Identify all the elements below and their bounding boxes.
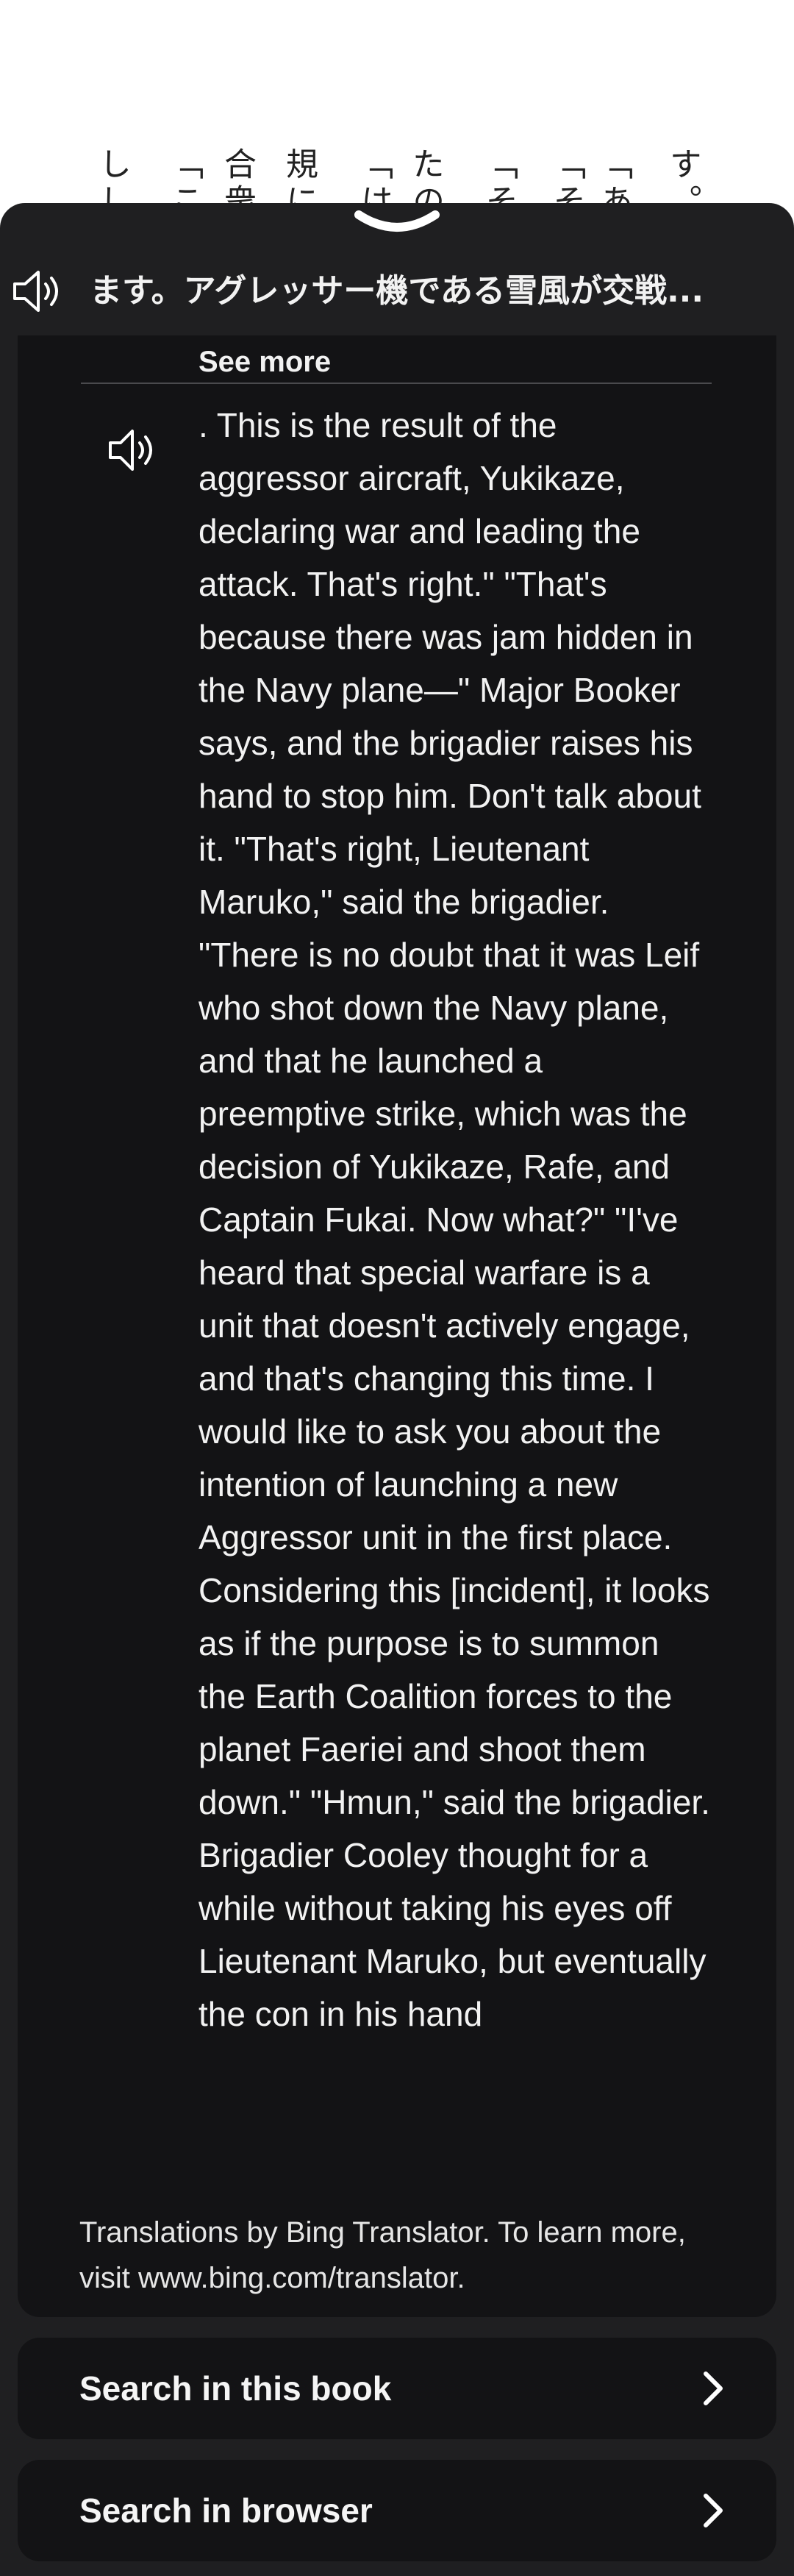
speaker-icon[interactable] [107,424,160,477]
search-in-browser-label: Search in browser [79,2491,373,2530]
search-in-book-label: Search in this book [79,2369,392,2408]
speaker-icon[interactable] [10,263,66,319]
selected-text: ます。アグレッサー機である雪風が交戦... [90,272,704,310]
search-in-book-button[interactable]: Search in this book [18,2338,776,2439]
see-more-link[interactable]: See more [198,340,331,384]
selected-text-row: ます。アグレッサー機である雪風が交戦... [0,247,794,335]
chevron-right-icon [704,2494,723,2527]
translator-credit: Translations by Bing Translator. To lear… [79,2216,686,2294]
chevron-down-icon[interactable] [353,207,441,237]
translation-text: . This is the result of the aggressor ai… [198,406,710,2033]
divider [81,383,712,384]
chevron-right-icon [704,2372,723,2405]
search-in-browser-button[interactable]: Search in browser [18,2460,776,2561]
